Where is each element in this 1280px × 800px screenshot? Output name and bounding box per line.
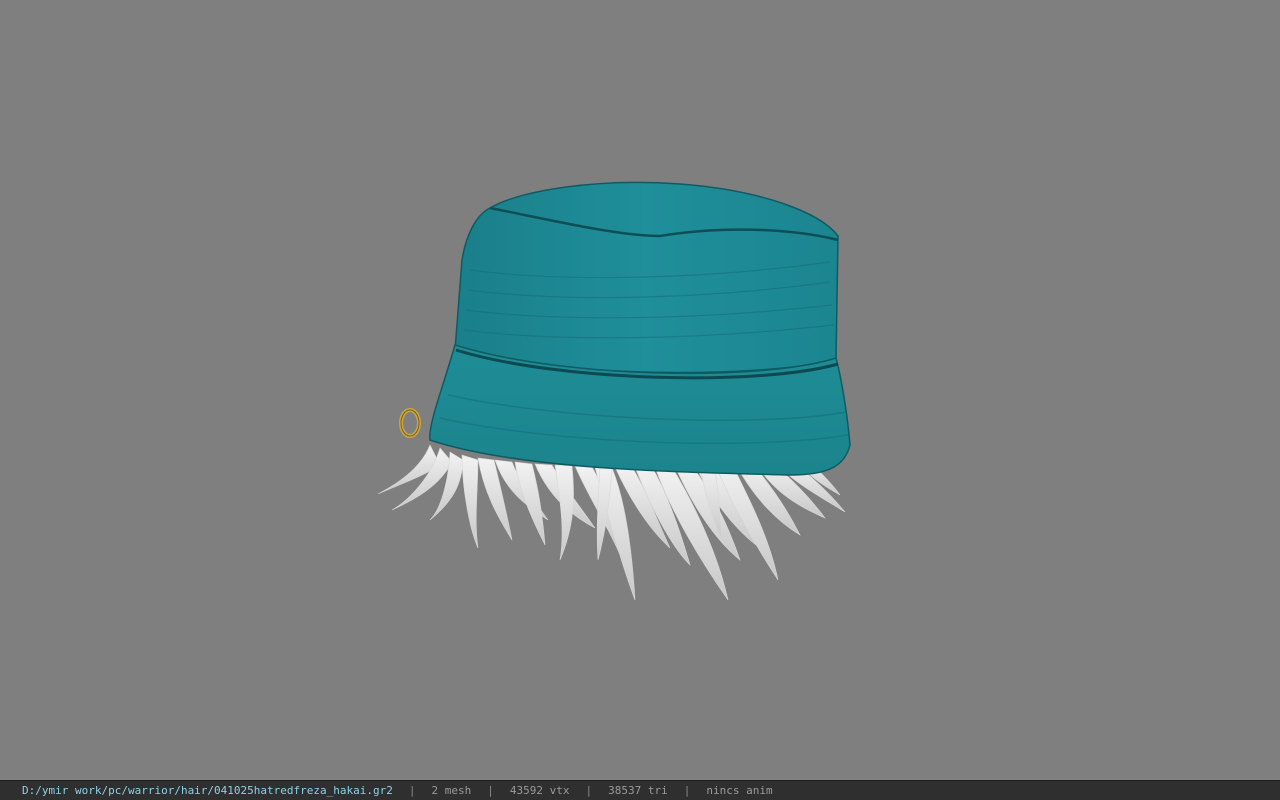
separator: | [683,784,691,797]
hat-ring [399,408,421,438]
status-bar: D:/ymir work/pc/warrior/hair/041025hatre… [0,780,1280,800]
hat-hair-model[interactable] [0,0,1280,780]
triangle-count: 38537 tri [608,784,668,797]
separator: | [487,784,494,797]
separator: | [408,784,416,797]
file-path: D:/ymir work/pc/warrior/hair/041025hatre… [22,784,393,797]
animation-status: nincs anim [706,784,773,797]
mesh-count: 2 mesh [431,784,472,797]
vertex-count: 43592 vtx [509,784,570,797]
separator: | [585,784,593,797]
3d-viewport[interactable] [0,0,1280,780]
